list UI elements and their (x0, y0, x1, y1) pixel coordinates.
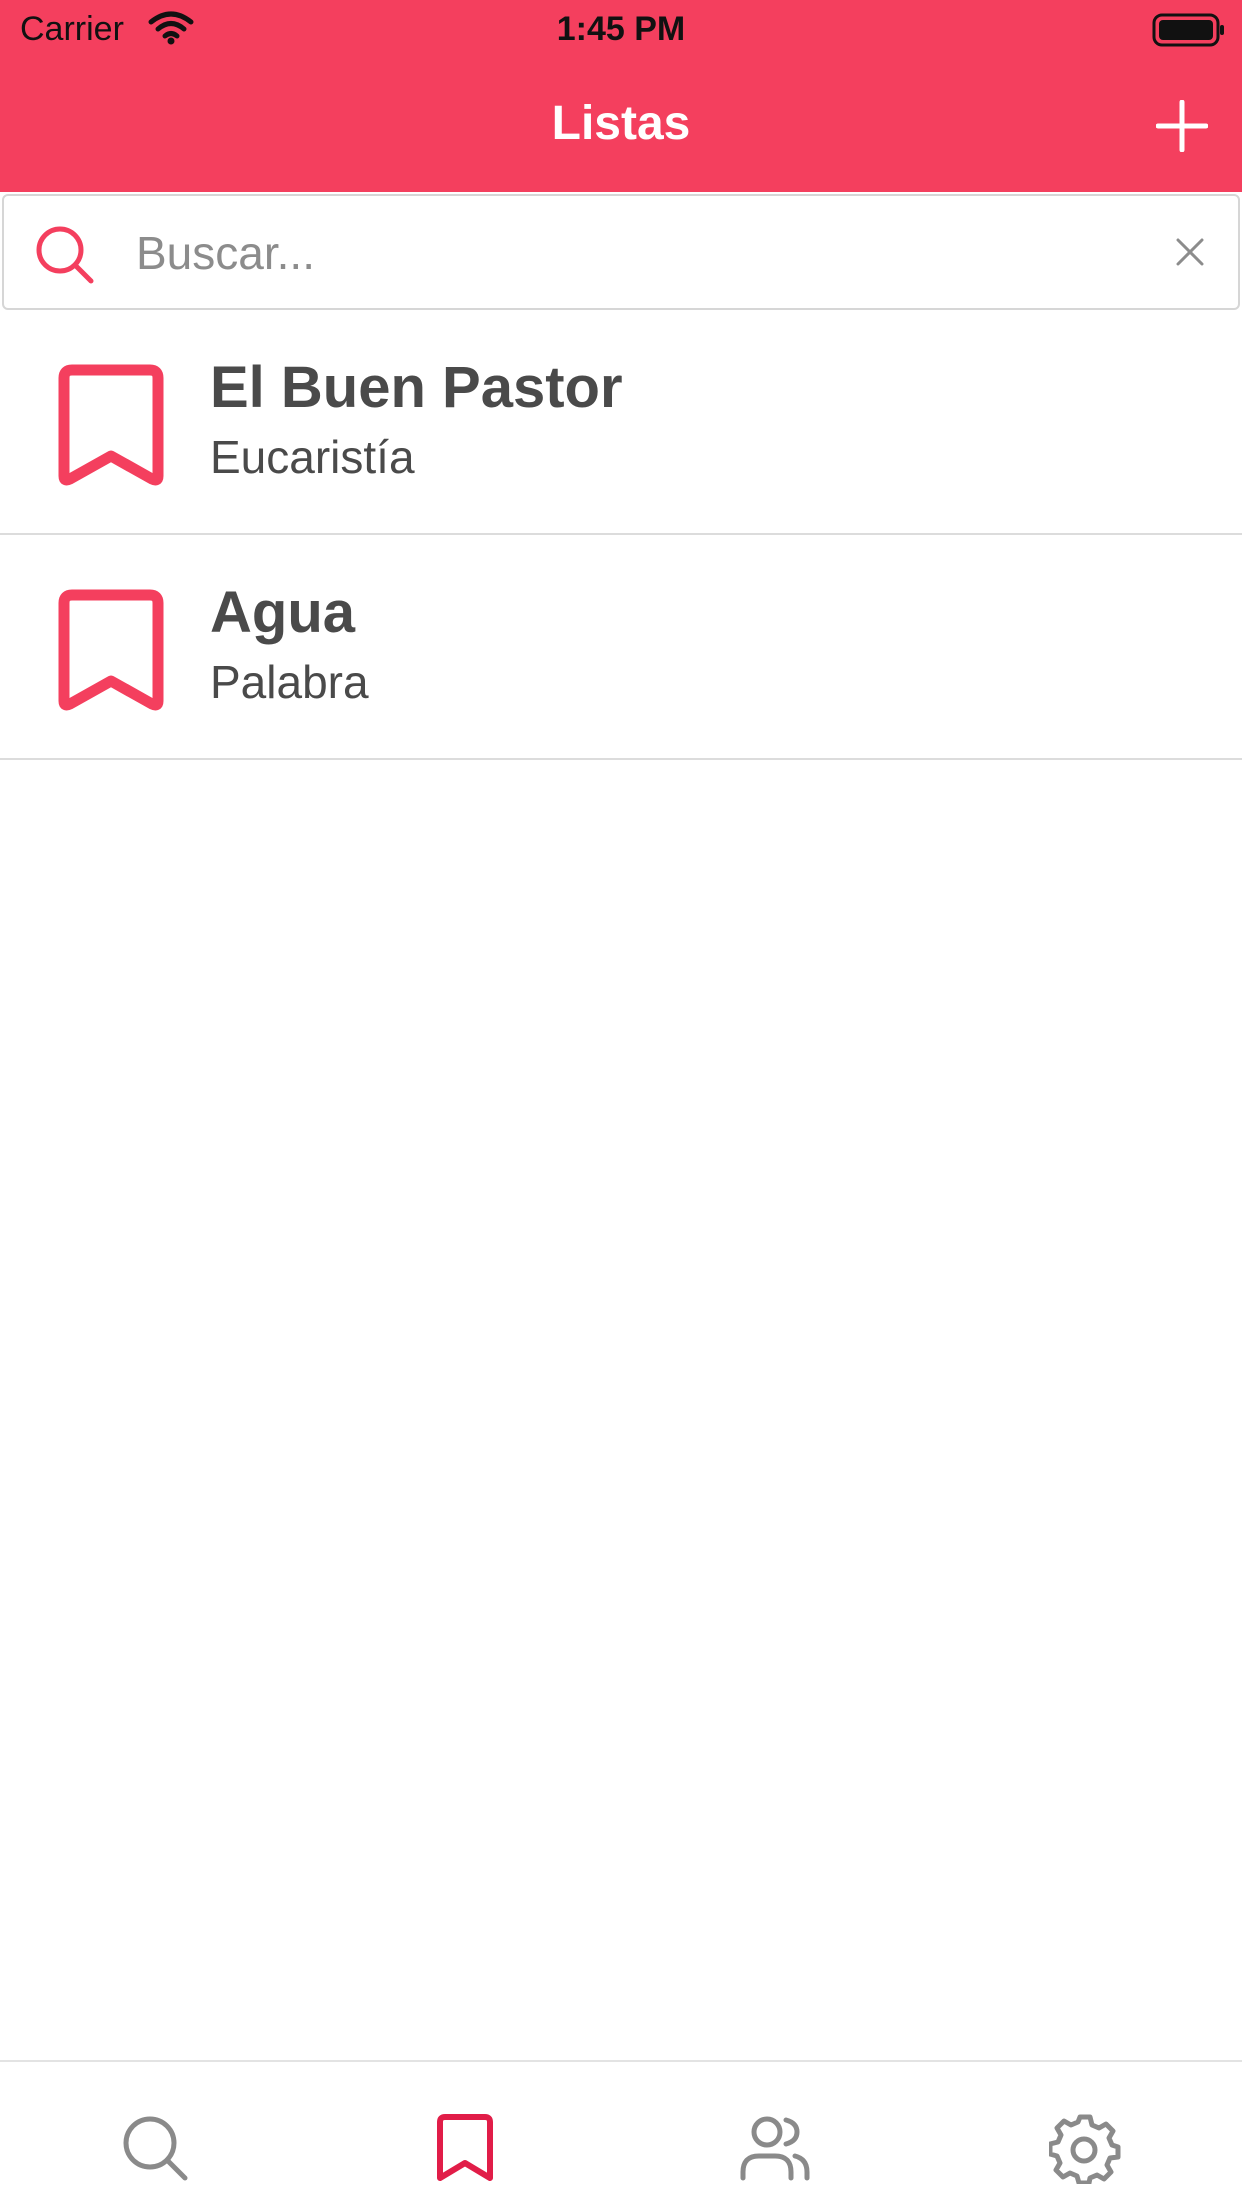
list-item-title: Agua (210, 580, 355, 645)
plus-icon (1156, 100, 1208, 152)
status-time: 1:45 PM (556, 10, 686, 48)
tab-bar (0, 2060, 1242, 2208)
users-icon (740, 2116, 810, 2181)
list-item-subtitle: Eucaristía (210, 431, 415, 483)
tab-groups[interactable] (620, 2064, 930, 2208)
list-item-title: El Buen Pastor (210, 355, 623, 420)
list-item-subtitle: Palabra (210, 656, 369, 708)
tab-lists[interactable] (310, 2064, 620, 2208)
lists-list: El Buen Pastor Eucaristía Agua Palabra (0, 310, 1242, 760)
bookmark-icon (58, 589, 164, 711)
status-bar: Carrier 1:45 PM (0, 0, 1242, 60)
header: Carrier 1:45 PM Listas (0, 0, 1242, 192)
list-item[interactable]: Agua Palabra (0, 535, 1242, 760)
tab-search[interactable] (0, 2064, 310, 2208)
battery-icon (1152, 13, 1224, 47)
bookmark-icon (437, 2114, 493, 2181)
search-input[interactable] (136, 220, 1126, 286)
search-icon (36, 226, 94, 284)
list-item[interactable]: El Buen Pastor Eucaristía (0, 310, 1242, 535)
tab-settings[interactable] (930, 2064, 1240, 2208)
search-icon (123, 2116, 188, 2181)
gear-icon (1049, 2114, 1121, 2184)
close-icon[interactable] (1168, 230, 1212, 274)
add-list-button[interactable] (1152, 96, 1212, 156)
lists-screen: Carrier 1:45 PM Listas Buscar... El Buen… (0, 0, 1242, 2208)
page-title: Listas (551, 97, 691, 150)
search-bar (2, 194, 1240, 310)
bookmark-icon (58, 364, 164, 486)
